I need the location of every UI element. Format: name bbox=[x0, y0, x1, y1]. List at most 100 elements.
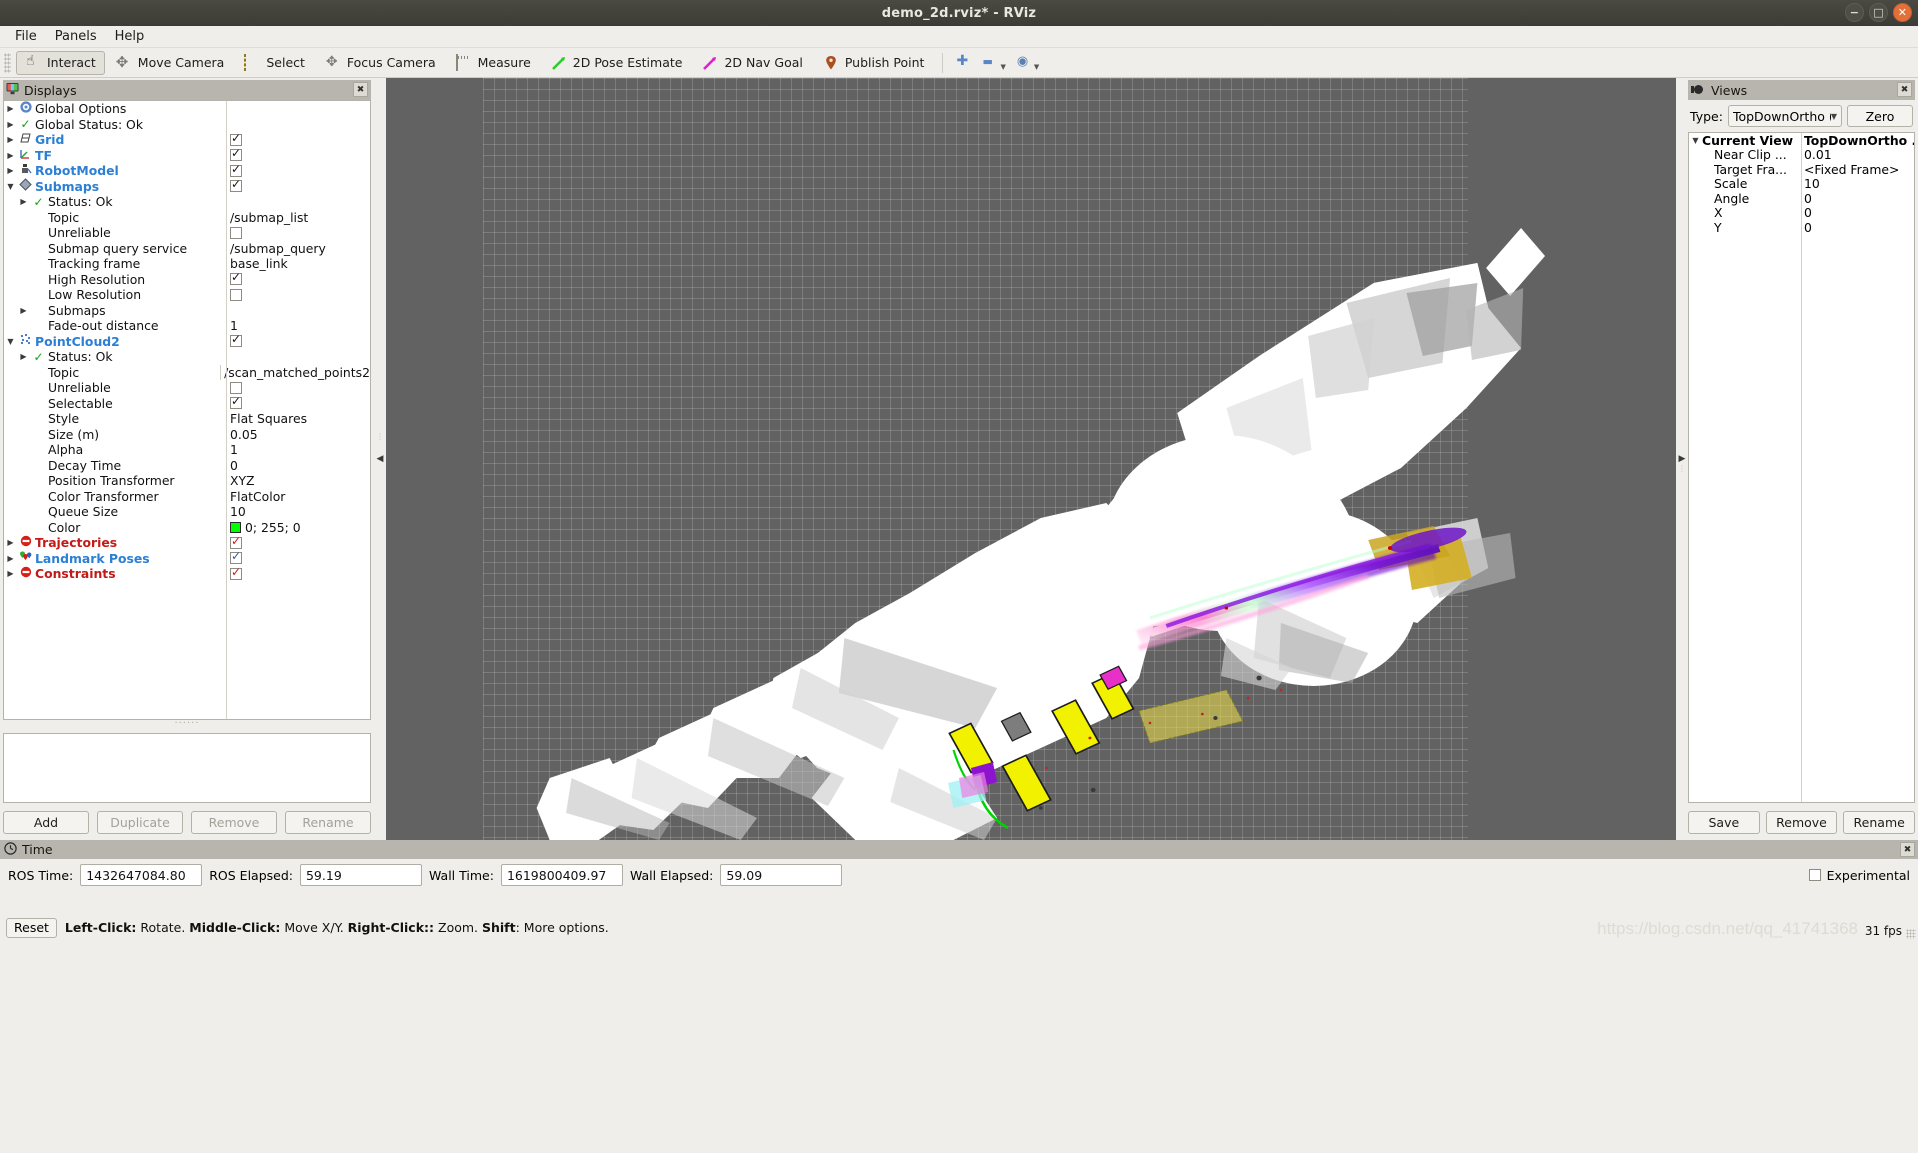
visibility-checkbox[interactable] bbox=[230, 180, 242, 192]
views-row-value[interactable]: TopDownOrtho ... bbox=[1801, 133, 1914, 148]
close-button[interactable]: ✕ bbox=[1893, 3, 1912, 22]
views-row-value[interactable]: <Fixed Frame> bbox=[1801, 162, 1914, 177]
property-checkbox[interactable] bbox=[230, 382, 242, 394]
tool-move-camera[interactable]: Move Camera bbox=[107, 51, 234, 75]
views-row-value[interactable]: 0 bbox=[1801, 191, 1914, 206]
menu-help[interactable]: Help bbox=[106, 27, 154, 46]
collapse-left-handle[interactable]: ⋮ ◀ bbox=[374, 78, 386, 840]
chevron-right-icon[interactable] bbox=[4, 104, 17, 113]
display-row-value[interactable]: 10 bbox=[230, 504, 246, 519]
display-row[interactable]: Queue Size10 bbox=[4, 504, 370, 520]
display-row[interactable]: Alpha1 bbox=[4, 442, 370, 458]
menu-panels[interactable]: Panels bbox=[46, 27, 106, 46]
displays-close-icon[interactable]: ✖ bbox=[353, 82, 368, 97]
views-row-value[interactable]: 0.01 bbox=[1801, 147, 1914, 162]
chevron-right-icon[interactable] bbox=[4, 538, 17, 547]
property-checkbox[interactable] bbox=[230, 227, 242, 239]
display-row[interactable]: Constraints bbox=[4, 566, 370, 582]
save-view-button[interactable]: Save bbox=[1688, 811, 1760, 834]
chevron-down-icon[interactable] bbox=[1689, 136, 1702, 145]
zero-button[interactable]: Zero bbox=[1847, 105, 1913, 127]
display-row[interactable]: StyleFlat Squares bbox=[4, 411, 370, 427]
property-checkbox[interactable] bbox=[230, 273, 242, 285]
displays-tree[interactable]: Global Options✓Global Status: OkGridTFRo… bbox=[3, 100, 371, 720]
ros-time-input[interactable]: 1432647084.80 bbox=[80, 864, 202, 886]
menu-file[interactable]: File bbox=[6, 27, 46, 46]
views-row-value[interactable]: 0 bbox=[1801, 220, 1914, 235]
collapse-right-handle[interactable]: ▶ ⋮ bbox=[1676, 78, 1688, 840]
display-row[interactable]: Grid bbox=[4, 132, 370, 148]
remove-view-button[interactable]: Remove bbox=[1766, 811, 1838, 834]
property-checkbox[interactable] bbox=[230, 397, 242, 409]
chevron-right-icon[interactable] bbox=[4, 554, 17, 563]
chevron-right-icon[interactable] bbox=[4, 166, 17, 175]
maximize-button[interactable]: □ bbox=[1869, 3, 1888, 22]
tool-select[interactable]: Select bbox=[235, 51, 314, 75]
display-row[interactable]: Position TransformerXYZ bbox=[4, 473, 370, 489]
display-row[interactable]: TF bbox=[4, 148, 370, 164]
views-type-combobox[interactable]: TopDownOrtho ( ▼ bbox=[1728, 105, 1842, 127]
views-row-value[interactable]: 10 bbox=[1801, 176, 1914, 191]
display-row[interactable]: Color TransformerFlatColor bbox=[4, 489, 370, 505]
display-row-value[interactable]: 0 bbox=[230, 458, 238, 473]
display-row[interactable]: Color0; 255; 0 bbox=[4, 520, 370, 536]
display-row[interactable]: ✓Status: Ok bbox=[4, 194, 370, 210]
display-row[interactable]: High Resolution bbox=[4, 272, 370, 288]
resize-corner-grip[interactable] bbox=[1906, 929, 1916, 939]
display-row[interactable]: Decay Time0 bbox=[4, 458, 370, 474]
display-row[interactable]: ✓Status: Ok bbox=[4, 349, 370, 365]
display-row[interactable]: Unreliable bbox=[4, 225, 370, 241]
tool-2d-nav-goal[interactable]: 2D Nav Goal bbox=[693, 51, 811, 75]
time-close-icon[interactable]: ✖ bbox=[1900, 842, 1915, 857]
add-button[interactable]: Add bbox=[3, 811, 89, 834]
display-row[interactable]: Fade-out distance1 bbox=[4, 318, 370, 334]
tool-2d-pose-estimate[interactable]: 2D Pose Estimate bbox=[542, 51, 692, 75]
display-row[interactable]: RobotModel bbox=[4, 163, 370, 179]
display-row[interactable]: Low Resolution bbox=[4, 287, 370, 303]
display-row[interactable]: Topic/scan_matched_points2 bbox=[4, 365, 370, 381]
tool-measure[interactable]: Measure bbox=[447, 51, 540, 75]
display-row[interactable]: Tracking framebase_link bbox=[4, 256, 370, 272]
chevron-right-icon[interactable] bbox=[17, 306, 30, 315]
display-row[interactable]: Submaps bbox=[4, 179, 370, 195]
tool-visibility[interactable]: ▼ bbox=[1012, 52, 1043, 74]
visibility-checkbox[interactable] bbox=[230, 568, 242, 580]
display-row-value[interactable]: base_link bbox=[230, 256, 288, 271]
tool-remove-panel[interactable]: ▼ bbox=[978, 52, 1009, 74]
visibility-checkbox[interactable] bbox=[230, 552, 242, 564]
tool-interact[interactable]: Interact bbox=[16, 51, 105, 75]
chevron-right-icon[interactable] bbox=[4, 151, 17, 160]
display-row[interactable]: Topic/submap_list bbox=[4, 210, 370, 226]
experimental-checkbox[interactable] bbox=[1809, 869, 1821, 881]
toolbar-grip[interactable] bbox=[4, 53, 11, 73]
display-row-value[interactable]: /submap_query bbox=[230, 241, 326, 256]
display-row-value[interactable]: /submap_list bbox=[230, 210, 308, 225]
chevron-right-icon[interactable] bbox=[4, 569, 17, 578]
visibility-checkbox[interactable] bbox=[230, 537, 242, 549]
property-checkbox[interactable] bbox=[230, 289, 242, 301]
display-row[interactable]: Landmark Poses bbox=[4, 551, 370, 567]
display-row[interactable]: PointCloud2 bbox=[4, 334, 370, 350]
visibility-checkbox[interactable] bbox=[230, 165, 242, 177]
tool-add-panel[interactable] bbox=[952, 52, 976, 74]
render-viewport[interactable] bbox=[386, 78, 1676, 840]
color-swatch[interactable] bbox=[230, 522, 241, 533]
display-row[interactable]: Trajectories bbox=[4, 535, 370, 551]
display-row-value[interactable]: /scan_matched_points2 bbox=[224, 365, 370, 380]
display-row-value[interactable]: 0.05 bbox=[230, 427, 258, 442]
panel-resize-grip[interactable] bbox=[3, 720, 371, 726]
chevron-down-icon[interactable] bbox=[4, 337, 17, 346]
display-row-value[interactable]: 1 bbox=[230, 318, 238, 333]
display-row[interactable]: Size (m)0.05 bbox=[4, 427, 370, 443]
chevron-right-icon[interactable] bbox=[4, 135, 17, 144]
display-row[interactable]: Submap query service/submap_query bbox=[4, 241, 370, 257]
display-row[interactable]: Global Options bbox=[4, 101, 370, 117]
display-row[interactable]: Unreliable bbox=[4, 380, 370, 396]
views-tree[interactable]: Current ViewTopDownOrtho ...Near Clip ..… bbox=[1688, 132, 1915, 803]
views-row-value[interactable]: 0 bbox=[1801, 205, 1914, 220]
tool-publish-point[interactable]: Publish Point bbox=[814, 51, 934, 75]
display-row-value[interactable]: 1 bbox=[230, 442, 238, 457]
wall-time-input[interactable]: 1619800409.97 bbox=[501, 864, 623, 886]
display-row[interactable]: ✓Global Status: Ok bbox=[4, 117, 370, 133]
tool-focus-camera[interactable]: Focus Camera bbox=[316, 51, 445, 75]
